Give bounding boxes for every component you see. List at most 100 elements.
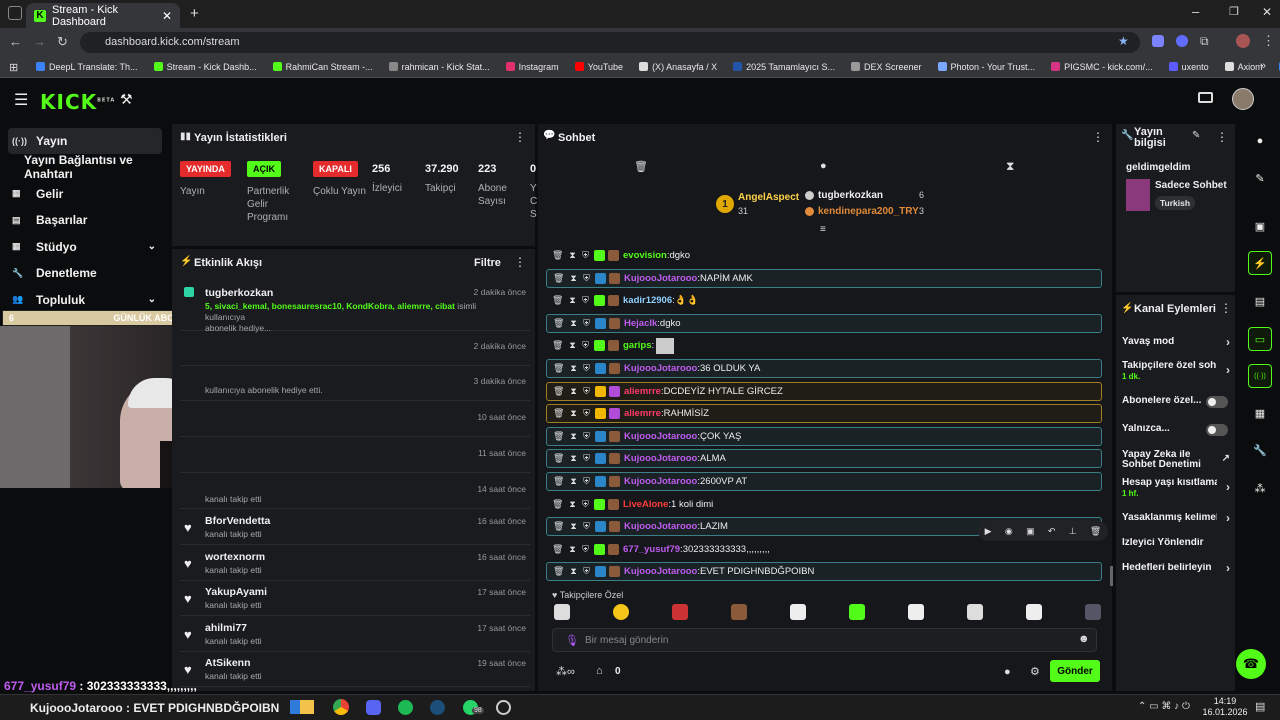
emote-icon[interactable] (1085, 604, 1101, 620)
delete-message-icon[interactable]: 🗑 (552, 544, 563, 555)
mic-icon[interactable]: 🎙 (565, 634, 579, 647)
channel-points-icon[interactable]: ⁂∞ (556, 665, 575, 678)
chat-message[interactable]: 🗑 ⧗ ⛨ LiveAlone: 1 koli dimi (546, 495, 1102, 514)
chat-username[interactable]: kadir12906 (623, 295, 672, 306)
bookmark-item[interactable]: 2025 Tamamlayıcı S... (733, 62, 835, 72)
chat-username[interactable]: KujoooJotarooo (624, 431, 697, 442)
delete-message-icon[interactable]: 🗑 (552, 295, 563, 306)
chat-message[interactable]: 🗑 ⧗ ⛨ garips: (546, 336, 1102, 355)
bolt-icon[interactable]: ⚡ (1248, 251, 1272, 275)
delete-message-icon[interactable]: 🗑 (553, 453, 564, 464)
chat-message[interactable]: 🗑 ⧗ ⛨ Hejaclk: dgko (546, 313, 1102, 333)
bookmark-item[interactable]: rahmican - Kick Stat... (388, 62, 490, 72)
delete-message-icon[interactable]: 🗑 (553, 431, 564, 442)
toggle-switch[interactable] (1206, 396, 1228, 408)
delete-message-icon[interactable]: 🗑 (553, 566, 564, 577)
chat-message[interactable]: 🗑 ⧗ ⛨ KujoooJotarooo: 36 OLDUK YA (546, 359, 1102, 378)
emote-icon[interactable] (790, 604, 806, 620)
browser-menu-icon[interactable]: ⋮ (1262, 33, 1275, 49)
channel-action-item[interactable]: Yasaklanmış kelimel › (1122, 511, 1230, 525)
emote-icon[interactable] (554, 604, 570, 620)
emote-icon[interactable] (849, 604, 865, 620)
emote-icon[interactable] (672, 604, 688, 620)
chat-message[interactable]: 🗑 ⧗ ⛨ evovision: dgko (546, 246, 1102, 265)
support-chat-button[interactable]: ☎ (1236, 649, 1266, 679)
info-menu-icon[interactable]: ⋮ (1216, 130, 1228, 144)
channel-action-item[interactable]: Yavaş mod › (1122, 335, 1230, 349)
ban-shield-icon[interactable]: ⛨ (581, 318, 592, 329)
send-button[interactable]: Gönder (1050, 660, 1100, 682)
timeout-hourglass-icon[interactable]: ⧗ (567, 544, 578, 555)
chat-username[interactable]: KujoooJotarooo (624, 363, 697, 374)
channel-action-item[interactable]: Abonelere özel... (1122, 396, 1230, 408)
bookmark-item[interactable]: uxento (1168, 62, 1209, 72)
restore-icon[interactable]: ❐ (1229, 5, 1239, 18)
close-window-icon[interactable]: ✕ (1262, 5, 1272, 19)
emote-icon[interactable] (967, 604, 983, 620)
channel-action-item[interactable]: Yalnızca... (1122, 424, 1230, 436)
timeout-hourglass-icon[interactable]: ⧗ (568, 408, 579, 419)
hamburger-menu-icon[interactable]: ☰ (14, 90, 28, 110)
emote-icon[interactable] (908, 604, 924, 620)
bookmark-star-icon[interactable]: ★ (1118, 34, 1129, 48)
chat-username[interactable]: evovision (623, 250, 667, 261)
timeout-hourglass-icon[interactable]: ⧗ (568, 318, 579, 329)
info-icon[interactable]: ● (1248, 129, 1272, 153)
obs-icon[interactable] (496, 700, 511, 715)
delete-message-icon[interactable]: 🗑 (553, 521, 564, 532)
channel-action-item[interactable]: Yapay Zeka ile Sohbet Denetimi ↗ (1122, 450, 1230, 470)
steam-icon[interactable] (430, 700, 445, 715)
actions-menu-icon[interactable]: ⋮ (1220, 301, 1232, 315)
timeout-hourglass-icon[interactable]: ⧗ (567, 295, 578, 306)
chat-message[interactable]: 🗑 ⧗ ⛨ KujoooJotarooo: ÇOK YAŞ (546, 426, 1102, 446)
timeout-hourglass-icon[interactable]: ⧗ (568, 386, 579, 397)
chat-menu-icon[interactable]: ⋮ (1092, 130, 1104, 144)
sidebar-item-1[interactable]: Yayın Bağlantısı ve Anahtarı (0, 153, 170, 181)
trash-icon[interactable]: 🗑 (634, 160, 648, 173)
timeout-hourglass-icon[interactable]: ⧗ (568, 453, 579, 464)
chat-username[interactable]: LiveAlone (623, 499, 668, 510)
extension-icon[interactable] (1176, 35, 1188, 47)
reload-icon[interactable]: ↻ (57, 34, 68, 50)
ban-shield-icon[interactable]: ⛨ (581, 476, 592, 487)
sidebar-item-3[interactable]: ▤ Başarılar (0, 207, 170, 234)
chat-input[interactable]: 🎙 Bir mesaj gönderin ☻ (552, 628, 1097, 652)
document-icon[interactable]: ▤ (1248, 289, 1272, 313)
chat-icon[interactable]: ● (820, 160, 827, 172)
edit-pencil-icon[interactable]: ✎ (1192, 130, 1200, 141)
chat-message[interactable]: 🗑 ⧗ ⛨ KujoooJotarooo: EVET PDIGHNBDĞPOIBN (546, 562, 1102, 582)
chat-message[interactable]: 🗑 ⧗ ⛨ aliemrre: RAHMİSİZ (546, 404, 1102, 424)
channel-action-item[interactable]: İzleyici Yönlendir (1122, 538, 1230, 548)
bookmark-item[interactable]: DEX Screener (850, 62, 922, 72)
store-icon[interactable]: ⌂ (596, 665, 603, 677)
extensions-puzzle-icon[interactable]: ⧉ (1200, 34, 1209, 49)
ban-shield-icon[interactable]: ⛨ (581, 453, 592, 464)
chevron-down-icon[interactable]: ⌄ (148, 241, 156, 252)
tab-search-icon[interactable] (8, 6, 22, 20)
ban-shield-icon[interactable]: ⛨ (581, 408, 592, 419)
close-tab-icon[interactable]: ✕ (162, 9, 172, 23)
ban-shield-icon[interactable]: ⛨ (580, 250, 591, 261)
stats-menu-icon[interactable]: ⋮ (514, 130, 526, 144)
delete-message-icon[interactable]: 🗑 (553, 476, 564, 487)
ban-shield-icon[interactable]: ⛨ (581, 386, 592, 397)
bookmark-item[interactable]: Photon - Your Trust... (937, 62, 1035, 72)
bookmark-item[interactable]: RahmiCan Stream -... (272, 62, 373, 72)
capture-icon[interactable]: ▣ (1248, 214, 1272, 238)
community-icon[interactable]: ⁂ (1248, 476, 1272, 500)
user-avatar[interactable] (1232, 88, 1254, 110)
timeout-hourglass-icon[interactable]: ⧗ (568, 431, 579, 442)
timeout-hourglass-icon[interactable]: ⧗ (568, 476, 579, 487)
chat-message[interactable]: 🗑 ⧗ ⛨ kadir12906: 👌👌 (546, 291, 1102, 310)
bookmark-item[interactable]: Axiom (1224, 62, 1263, 72)
ban-shield-icon[interactable]: ⛨ (580, 499, 591, 510)
copy-icon[interactable]: ▣ (1026, 526, 1035, 537)
layout-icon[interactable]: ▦ (1248, 401, 1272, 425)
chat-username[interactable]: KujoooJotarooo (624, 273, 697, 284)
timeout-hourglass-icon[interactable]: ⧗ (567, 250, 578, 261)
toggle-switch[interactable] (1206, 424, 1228, 436)
new-tab-icon[interactable]: + (190, 5, 199, 22)
spotify-icon[interactable] (398, 700, 413, 715)
discord-icon[interactable] (366, 700, 381, 715)
emote-icon[interactable] (613, 604, 629, 620)
